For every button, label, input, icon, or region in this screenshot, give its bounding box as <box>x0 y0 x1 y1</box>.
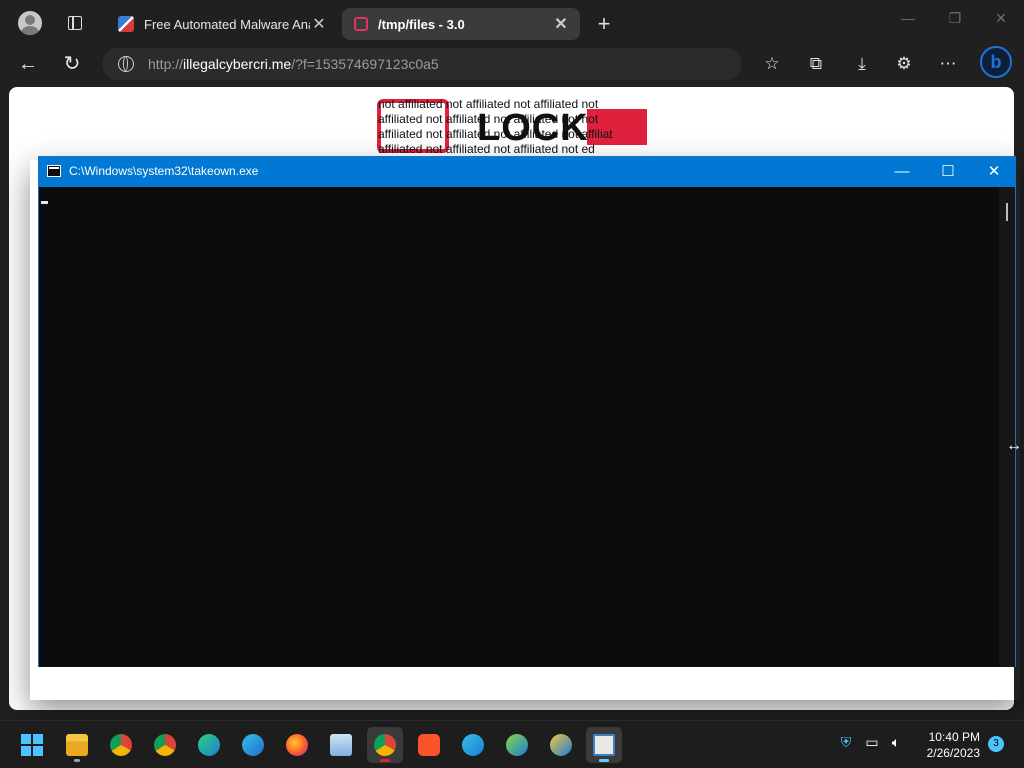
taskbar-file-explorer[interactable] <box>59 727 95 763</box>
new-tab-button[interactable]: + <box>592 11 616 37</box>
browser-toolbar: ← ↻ http://illegalcybercri.me/?f=1535746… <box>0 46 1024 82</box>
taskbar-edge-profile[interactable] <box>235 727 271 763</box>
overlay-line: affiliated not affiliated not affiliated… <box>378 127 613 141</box>
taskbar-edge-dev[interactable] <box>499 727 535 763</box>
running-indicator <box>74 759 80 762</box>
taskbar-edge-beta[interactable] <box>455 727 491 763</box>
console-window[interactable]: C:\Windows\system32\takeown.exe — ☐ ✕ <box>38 156 1016 667</box>
tab-close-icon[interactable]: ✕ <box>552 14 570 34</box>
taskbar-clock[interactable]: 10:40 PM 2/26/2023 <box>920 729 980 761</box>
text-cursor <box>41 201 48 204</box>
chrome-icon <box>110 734 132 756</box>
taskbar-resource-monitor[interactable] <box>323 727 359 763</box>
chrome-icon <box>374 734 396 756</box>
taskbar-chrome[interactable] <box>103 727 139 763</box>
url-scheme: http:// <box>148 56 184 72</box>
windows-logo-icon <box>21 734 43 756</box>
tab-malware-analysis[interactable]: Free Automated Malware Analy ✕ <box>106 8 338 40</box>
taskbar: ⛨ ▭ 🔈︎ 10:40 PM 2/26/2023 3 <box>0 720 1024 768</box>
bing-copilot-icon[interactable]: b <box>980 46 1012 78</box>
collections-icon[interactable]: ⧉ <box>804 52 828 76</box>
clock-date: 2/26/2023 <box>926 746 980 760</box>
edge-canary-icon <box>550 734 572 756</box>
scrollbar-thumb[interactable] <box>1006 203 1008 221</box>
taskbar-console-app[interactable] <box>586 727 622 763</box>
browser-tab-bar: Free Automated Malware Analy ✕ /tmp/file… <box>0 0 1024 46</box>
console-app-icon <box>47 165 61 177</box>
tab-close-icon[interactable]: ✕ <box>310 14 328 34</box>
console-maximize-button[interactable]: ☐ <box>925 157 971 187</box>
taskbar-edge[interactable] <box>191 727 227 763</box>
volume-icon[interactable]: 🔈︎ <box>886 734 906 751</box>
console-minimize-button[interactable]: — <box>879 157 925 187</box>
url-host: illegalcybercri.me <box>183 56 292 72</box>
tab-title: Free Automated Malware Analy <box>144 16 310 32</box>
browser-restore-button[interactable]: ❐ <box>940 10 970 27</box>
address-bar[interactable]: http://illegalcybercri.me/?f=15357469712… <box>102 48 742 80</box>
network-icon[interactable]: ▭ <box>862 734 882 751</box>
refresh-icon[interactable]: ↻ <box>58 50 86 78</box>
favorites-star-icon[interactable]: ☆ <box>760 52 784 76</box>
taskbar-chrome-active[interactable] <box>367 727 403 763</box>
taskbar-brave[interactable] <box>411 727 447 763</box>
monitor-chart-icon <box>330 734 352 756</box>
edge-dev-icon <box>506 734 528 756</box>
running-indicator <box>599 759 609 762</box>
resize-cursor-icon: ↔ <box>1006 437 1022 454</box>
console-window-icon <box>593 734 615 756</box>
folder-icon <box>66 734 88 756</box>
tab-tmp-files[interactable]: /tmp/files - 3.0 ✕ <box>342 8 580 40</box>
brave-lion-icon <box>418 734 440 756</box>
console-close-button[interactable]: ✕ <box>971 157 1017 187</box>
console-title-bar[interactable]: C:\Windows\system32\takeown.exe — ☐ ✕ <box>39 157 1015 187</box>
chrome-icon <box>154 734 176 756</box>
overlay-line: affiliated not affiliated not affiliated… <box>378 112 599 126</box>
taskbar-chrome-2[interactable] <box>147 727 183 763</box>
firefox-icon <box>286 734 308 756</box>
edge-icon <box>198 734 220 756</box>
site-favicon-icon <box>118 16 134 32</box>
edge-beta-icon <box>462 734 484 756</box>
more-menu-icon[interactable]: ⋯ <box>936 52 960 76</box>
browser-minimize-button[interactable]: — <box>893 10 923 26</box>
taskbar-edge-canary[interactable] <box>543 727 579 763</box>
taskbar-firefox[interactable] <box>279 727 315 763</box>
url-path: /?f=153574697123c0a5 <box>291 56 439 72</box>
security-warning-icon[interactable]: ⛨ <box>836 734 856 751</box>
overlay-line: affiliated not affiliated not affiliated… <box>378 142 595 156</box>
back-arrow-icon[interactable]: ← <box>14 50 42 78</box>
console-title: C:\Windows\system32\takeown.exe <box>69 164 259 178</box>
notification-badge[interactable]: 3 <box>988 736 1004 752</box>
tab-title: /tmp/files - 3.0 <box>378 16 465 32</box>
browser-close-button[interactable]: ✕ <box>986 10 1016 27</box>
overlay-line: not affiliated not affiliated not affili… <box>378 97 599 111</box>
profile-avatar-icon[interactable] <box>18 11 42 35</box>
lockbit-favicon-icon <box>354 17 368 31</box>
edge-profile-icon <box>242 734 264 756</box>
console-output[interactable] <box>39 187 999 667</box>
downloads-icon[interactable]: ⤓ <box>850 52 874 76</box>
globe-icon <box>118 56 134 72</box>
clock-time: 10:40 PM <box>928 730 980 744</box>
overlay-text: not affiliated not affiliated not affili… <box>378 97 634 157</box>
extensions-icon[interactable]: ⚙ <box>892 52 916 76</box>
running-indicator <box>380 759 390 762</box>
console-scrollbar[interactable] <box>999 187 1015 667</box>
tab-actions-icon[interactable] <box>68 16 82 30</box>
start-button[interactable] <box>14 727 50 763</box>
